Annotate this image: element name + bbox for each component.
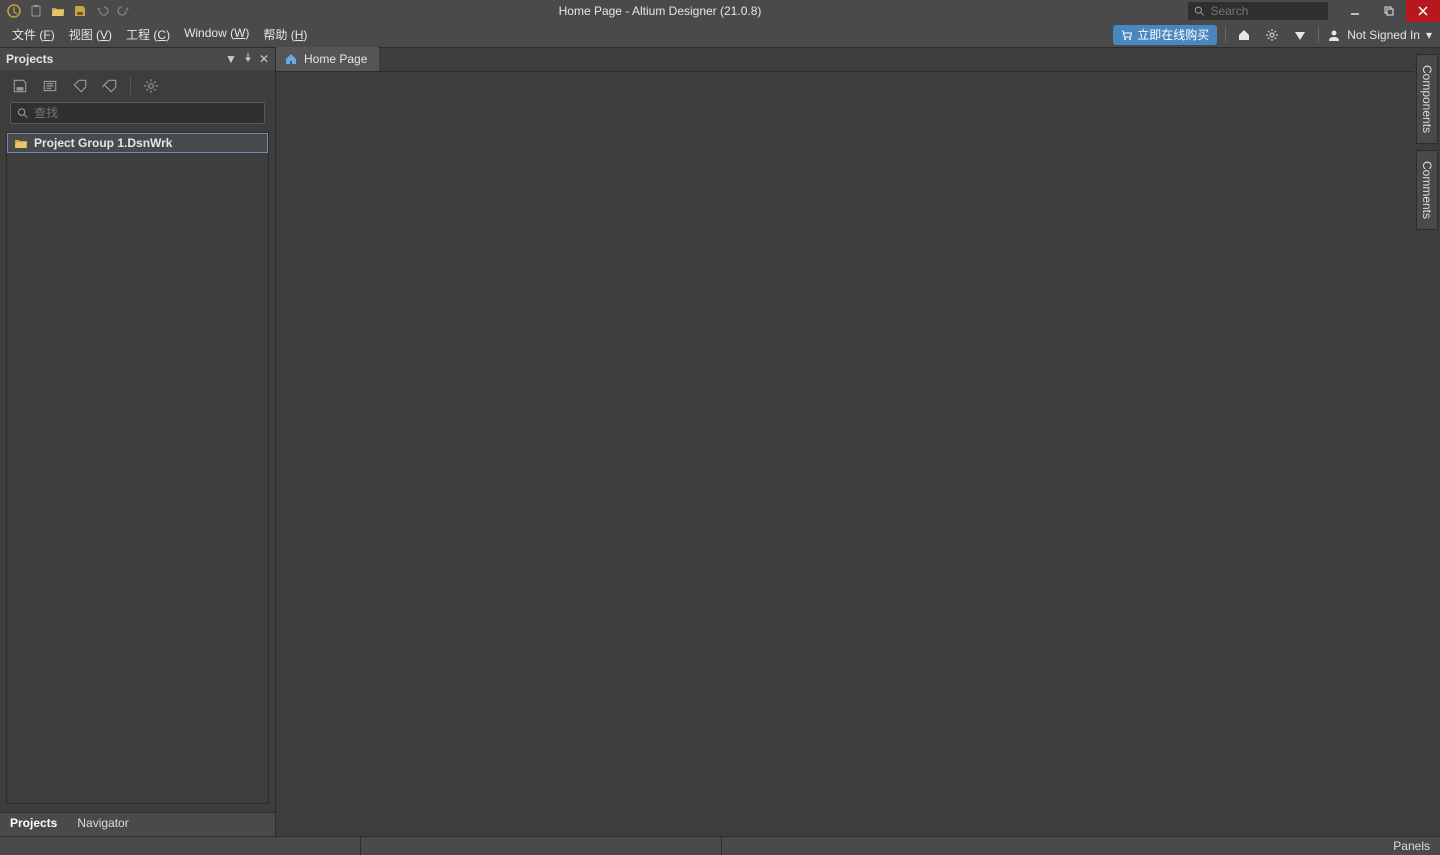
projects-panel: Projects ▼ ✕ [0, 48, 276, 836]
save-disk-icon[interactable] [10, 76, 30, 96]
menu-help[interactable]: 帮助 (H) [263, 26, 307, 43]
menu-bar: 文件 (F) 视图 (V) 工程 (C) Window (W) 帮助 (H) 立… [0, 22, 1440, 48]
close-button[interactable] [1406, 0, 1440, 22]
workspace-icon [14, 136, 28, 150]
sidebar-tab-comments[interactable]: Comments [1416, 150, 1438, 230]
chevron-down-icon: ▾ [1426, 28, 1432, 42]
search-icon [17, 107, 28, 119]
app-logo-icon [6, 3, 22, 19]
home-icon [284, 52, 298, 66]
gear-icon[interactable] [141, 76, 161, 96]
extensions-icon[interactable] [1290, 25, 1310, 45]
projects-panel-header: Projects ▼ ✕ [0, 48, 275, 70]
global-search[interactable] [1188, 2, 1328, 20]
signin-label: Not Signed In [1347, 28, 1420, 42]
redo-icon[interactable] [116, 3, 132, 19]
open-folder-icon[interactable] [50, 3, 66, 19]
cart-icon [1121, 29, 1133, 41]
save-icon[interactable] [72, 3, 88, 19]
sidebar-tab-components[interactable]: Components [1416, 54, 1438, 144]
panel-options-icon[interactable]: ▼ [225, 52, 237, 66]
tab-projects[interactable]: Projects [0, 812, 67, 836]
left-panel-tabs: Projects Navigator [0, 812, 275, 836]
panel-close-icon[interactable]: ✕ [259, 52, 269, 66]
home-icon[interactable] [1234, 25, 1254, 45]
menu-file[interactable]: 文件 (F) [12, 26, 55, 43]
status-bar: Panels [0, 836, 1440, 855]
title-bar: Home Page - Altium Designer (21.0.8) [0, 0, 1440, 22]
global-search-input[interactable] [1210, 4, 1322, 18]
projects-search[interactable] [10, 102, 265, 124]
projects-panel-title: Projects [6, 52, 225, 66]
pin-icon[interactable] [243, 52, 253, 66]
panels-button[interactable]: Panels [1383, 839, 1440, 853]
buy-online-label: 立即在线购买 [1137, 26, 1209, 43]
doc-tab-home[interactable]: Home Page [276, 47, 379, 71]
status-cell-1 [0, 837, 360, 855]
menu-project[interactable]: 工程 (C) [126, 26, 170, 43]
maximize-button[interactable] [1372, 0, 1406, 22]
menu-window[interactable]: Window (W) [184, 26, 249, 43]
status-cell-2 [361, 837, 721, 855]
tag-icon[interactable] [70, 76, 90, 96]
clipboard-icon[interactable] [28, 3, 44, 19]
project-group-root[interactable]: Project Group 1.DsnWrk [7, 133, 268, 153]
search-icon [1194, 5, 1204, 17]
doc-tab-label: Home Page [304, 52, 367, 66]
right-sidebar: Components Comments [1414, 48, 1440, 836]
compile-icon[interactable] [40, 76, 60, 96]
project-group-label: Project Group 1.DsnWrk [34, 136, 172, 150]
tag-stack-icon[interactable] [100, 76, 120, 96]
menu-view[interactable]: 视图 (V) [69, 26, 112, 43]
settings-icon[interactable] [1262, 25, 1282, 45]
projects-search-input[interactable] [34, 106, 258, 120]
document-tabs: Home Page [276, 48, 1414, 72]
center-area: Home Page [276, 48, 1414, 836]
buy-online-button[interactable]: 立即在线购买 [1113, 25, 1217, 45]
user-icon [1327, 28, 1341, 42]
home-page-canvas [276, 72, 1414, 836]
minimize-button[interactable] [1338, 0, 1372, 22]
undo-icon[interactable] [94, 3, 110, 19]
signin-dropdown[interactable]: Not Signed In ▾ [1327, 28, 1432, 42]
tab-navigator[interactable]: Navigator [67, 812, 138, 836]
projects-toolbar [0, 70, 275, 102]
project-tree[interactable]: Project Group 1.DsnWrk [6, 132, 269, 804]
window-title: Home Page - Altium Designer (21.0.8) [132, 4, 1188, 18]
